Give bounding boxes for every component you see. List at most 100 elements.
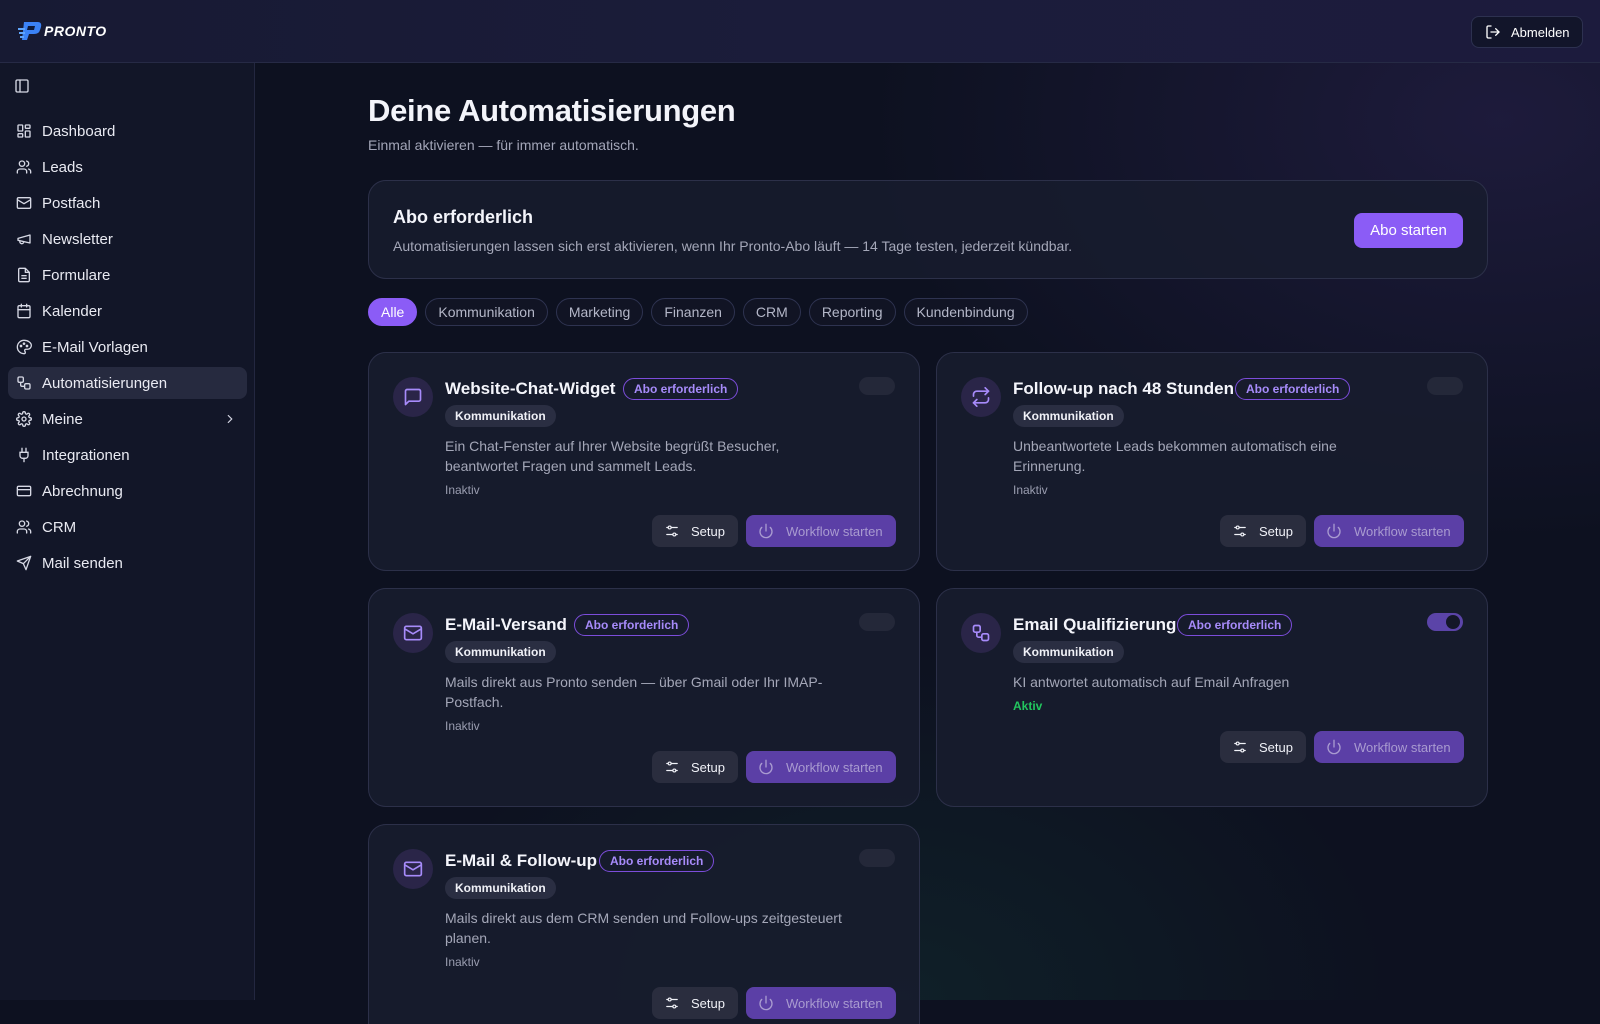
sidebar-item-label: Formulare bbox=[42, 266, 111, 284]
sidebar-item-label: Leads bbox=[42, 158, 83, 176]
filter-reporting[interactable]: Reporting bbox=[808, 298, 896, 326]
repeat-icon bbox=[961, 377, 1001, 417]
sidebar-item-label: Integrationen bbox=[42, 446, 130, 464]
sidebar-item-label: Postfach bbox=[42, 194, 101, 212]
filter-kommunikation[interactable]: Kommunikation bbox=[425, 298, 548, 326]
sliders-icon bbox=[666, 761, 678, 773]
sidebar-item-email-vorlagen[interactable]: E-Mail Vorlagen bbox=[8, 331, 247, 363]
start-workflow-button[interactable]: Workflow starten bbox=[1314, 515, 1464, 547]
sidebar-item-crm[interactable]: CRM bbox=[8, 511, 247, 543]
automation-toggle[interactable] bbox=[1427, 613, 1463, 631]
filter-finanzen[interactable]: Finanzen bbox=[651, 298, 735, 326]
sliders-icon bbox=[1234, 525, 1246, 537]
card-description: Mails direkt aus Pronto senden — über Gm… bbox=[445, 674, 823, 710]
setup-label: Setup bbox=[1259, 523, 1293, 539]
start-workflow-button[interactable]: Workflow starten bbox=[746, 751, 896, 783]
sidebar-item-dashboard[interactable]: Dashboard bbox=[8, 115, 247, 147]
chat-icon bbox=[393, 377, 433, 417]
power-icon bbox=[759, 759, 773, 775]
status-text: Inaktiv bbox=[445, 955, 480, 969]
setup-button[interactable]: Setup bbox=[652, 987, 738, 1019]
logout-button[interactable]: Abmelden bbox=[1471, 16, 1583, 48]
automation-toggle[interactable] bbox=[1427, 377, 1463, 395]
start-workflow-label: Workflow starten bbox=[786, 759, 883, 775]
start-workflow-label: Workflow starten bbox=[1354, 523, 1451, 539]
sidebar-item-integrationen[interactable]: Integrationen bbox=[8, 439, 247, 471]
pronto-logo[interactable]: PRONTO bbox=[18, 19, 107, 43]
sidebar-item-label: Newsletter bbox=[42, 230, 113, 248]
sliders-icon bbox=[666, 997, 678, 1009]
setup-button[interactable]: Setup bbox=[652, 515, 738, 547]
start-workflow-button[interactable]: Workflow starten bbox=[746, 987, 896, 1019]
workflow-icon bbox=[17, 376, 31, 390]
category-badge: Kommunikation bbox=[445, 877, 556, 899]
sidebar-item-meine[interactable]: Meine bbox=[8, 403, 247, 435]
logo-text: PRONTO bbox=[44, 23, 107, 39]
automation-toggle[interactable] bbox=[859, 377, 895, 395]
banner-title: Abo erforderlich bbox=[393, 207, 534, 227]
sidebar-toggle-icon[interactable] bbox=[14, 78, 30, 94]
card-title: Follow-up nach 48 Stunden bbox=[1013, 379, 1234, 398]
setup-button[interactable]: Setup bbox=[1220, 515, 1306, 547]
setup-button[interactable]: Setup bbox=[1220, 731, 1306, 763]
category-badge: Kommunikation bbox=[1013, 405, 1124, 427]
automation-card: E-Mail & Follow-up Abo erforderlich Komm… bbox=[368, 824, 920, 1024]
megaphone-icon bbox=[17, 234, 31, 245]
send-icon bbox=[16, 555, 32, 571]
sidebar-item-abrechnung[interactable]: Abrechnung bbox=[8, 475, 247, 507]
workflow-icon bbox=[961, 613, 1001, 653]
sidebar-item-postfach[interactable]: Postfach bbox=[8, 187, 247, 219]
mail-icon bbox=[393, 613, 433, 653]
filter-crm[interactable]: CRM bbox=[742, 298, 801, 326]
automation-card: Email Qualifizierung Abo erforderlich Ko… bbox=[936, 588, 1488, 807]
sidebar-item-formulare[interactable]: Formulare bbox=[8, 259, 247, 291]
card-description: Mails direkt aus dem CRM senden und Foll… bbox=[445, 910, 842, 946]
start-workflow-label: Workflow starten bbox=[1354, 739, 1451, 755]
subscription-required-badge: Abo erforderlich bbox=[599, 850, 715, 872]
calendar-icon bbox=[17, 303, 31, 319]
users-icon bbox=[16, 520, 32, 534]
setup-button[interactable]: Setup bbox=[652, 751, 738, 783]
category-filters: Alle Kommunikation Marketing Finanzen CR… bbox=[368, 298, 1028, 326]
power-icon bbox=[1327, 739, 1341, 755]
sidebar: Dashboard Leads Postfach Newsletter Form… bbox=[0, 63, 255, 1000]
page-title: Deine Automatisierungen bbox=[368, 93, 736, 128]
sidebar-item-newsletter[interactable]: Newsletter bbox=[8, 223, 247, 255]
start-workflow-label: Workflow starten bbox=[786, 995, 883, 1011]
filter-alle[interactable]: Alle bbox=[368, 298, 418, 326]
card-title: E-Mail-Versand bbox=[445, 615, 567, 634]
sliders-icon bbox=[1234, 741, 1246, 753]
sidebar-item-automatisierungen[interactable]: Automatisierungen bbox=[8, 367, 247, 399]
credit-card-icon bbox=[16, 485, 32, 497]
sidebar-item-kalender[interactable]: Kalender bbox=[8, 295, 247, 327]
status-text: Inaktiv bbox=[445, 719, 480, 733]
sidebar-item-leads[interactable]: Leads bbox=[8, 151, 247, 183]
setup-label: Setup bbox=[1259, 739, 1293, 755]
filter-kundenbindung[interactable]: Kundenbindung bbox=[903, 298, 1028, 326]
status-text: Inaktiv bbox=[1013, 483, 1048, 497]
dashboard-icon bbox=[17, 124, 31, 138]
status-text: Aktiv bbox=[1013, 699, 1043, 713]
sidebar-nav: Dashboard Leads Postfach Newsletter Form… bbox=[8, 115, 247, 583]
logo-icon bbox=[18, 22, 42, 40]
subscription-required-badge: Abo erforderlich bbox=[623, 378, 739, 400]
category-badge: Kommunikation bbox=[445, 405, 556, 427]
filter-marketing[interactable]: Marketing bbox=[555, 298, 644, 326]
sidebar-item-label: Kalender bbox=[42, 302, 103, 320]
subscription-required-badge: Abo erforderlich bbox=[1177, 614, 1293, 636]
automation-toggle[interactable] bbox=[859, 613, 895, 631]
sidebar-item-label: Automatisierungen bbox=[42, 374, 168, 392]
file-text-icon bbox=[18, 267, 30, 283]
automation-card: E-Mail-Versand Abo erforderlich Kommunik… bbox=[368, 588, 920, 807]
automation-toggle[interactable] bbox=[859, 849, 895, 867]
start-workflow-button[interactable]: Workflow starten bbox=[1314, 731, 1464, 763]
category-badge: Kommunikation bbox=[445, 641, 556, 663]
subscription-required-badge: Abo erforderlich bbox=[1235, 378, 1351, 400]
power-icon bbox=[759, 523, 773, 539]
start-subscription-button[interactable]: Abo starten bbox=[1354, 213, 1463, 248]
start-workflow-button[interactable]: Workflow starten bbox=[746, 515, 896, 547]
sidebar-item-label: Abrechnung bbox=[42, 482, 123, 500]
sidebar-item-mail-senden[interactable]: Mail senden bbox=[8, 547, 247, 579]
sidebar-item-label: CRM bbox=[42, 518, 77, 536]
gear-icon bbox=[16, 411, 32, 427]
